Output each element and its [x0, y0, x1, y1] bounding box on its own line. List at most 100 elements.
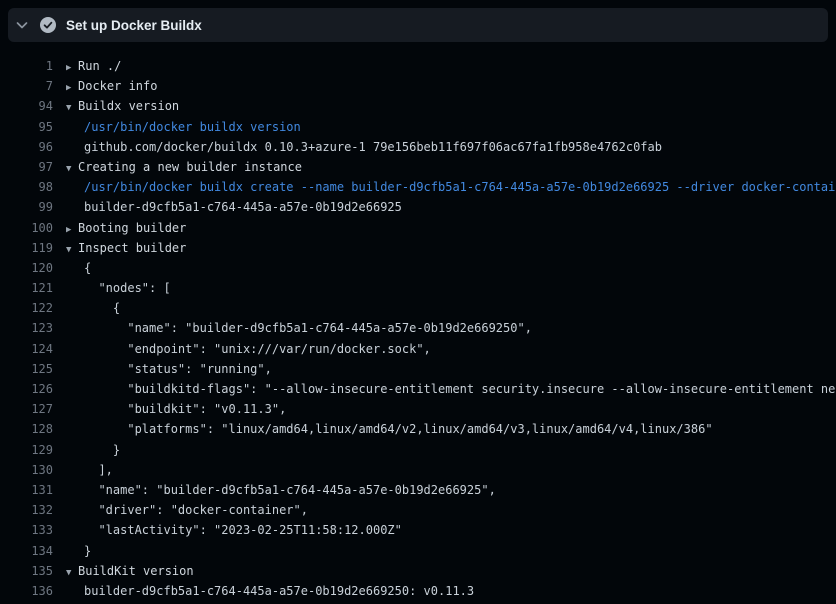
line-content: builder-d9cfb5a1-c764-445a-a57e-0b19d2e6…: [66, 197, 402, 217]
line-content: "name": "builder-d9cfb5a1-c764-445a-a57e…: [66, 480, 496, 500]
line-number[interactable]: 119: [0, 238, 53, 258]
line-content: }: [66, 541, 91, 561]
line-text: Run ./: [78, 59, 121, 73]
line-text: {: [84, 261, 91, 275]
group-toggle-icon: ▶: [66, 58, 78, 78]
log-group-header[interactable]: 94 ▼Buildx version: [0, 96, 836, 116]
line-number[interactable]: 126: [0, 379, 53, 399]
line-content: /usr/bin/docker buildx create --name bui…: [66, 177, 836, 197]
line-content[interactable]: ▶Docker info: [66, 76, 157, 98]
log-line: 127 "buildkit": "v0.11.3",: [0, 399, 836, 419]
log-line: 122 {: [0, 298, 836, 318]
line-number[interactable]: 1: [0, 56, 53, 76]
line-content: {: [66, 258, 91, 278]
line-number[interactable]: 130: [0, 460, 53, 480]
log-line: 132 "driver": "docker-container",: [0, 500, 836, 520]
line-number[interactable]: 134: [0, 541, 53, 561]
line-number[interactable]: 7: [0, 76, 53, 96]
line-text: Creating a new builder instance: [78, 160, 302, 174]
group-toggle-icon: ▼: [66, 98, 78, 118]
line-text: "driver": "docker-container",: [84, 503, 308, 517]
line-text: "nodes": [: [84, 281, 171, 295]
log-line: 128 "platforms": "linux/amd64,linux/amd6…: [0, 419, 836, 439]
line-number[interactable]: 131: [0, 480, 53, 500]
log-line: 130 ],: [0, 460, 836, 480]
line-number[interactable]: 123: [0, 318, 53, 338]
line-number[interactable]: 122: [0, 298, 53, 318]
line-content: "nodes": [: [66, 278, 171, 298]
line-content[interactable]: ▶Run ./: [66, 56, 121, 78]
line-text: Docker info: [78, 79, 157, 93]
line-content: "endpoint": "unix:///var/run/docker.sock…: [66, 339, 431, 359]
log-lines: 1 ▶Run ./ 7 ▶Docker info 94 ▼Buildx vers…: [0, 56, 836, 601]
line-content[interactable]: ▼Creating a new builder instance: [66, 157, 302, 179]
log-group-header[interactable]: 97 ▼Creating a new builder instance: [0, 157, 836, 177]
line-number[interactable]: 97: [0, 157, 53, 177]
line-content: "driver": "docker-container",: [66, 500, 308, 520]
line-number[interactable]: 132: [0, 500, 53, 520]
log-line: 123 "name": "builder-d9cfb5a1-c764-445a-…: [0, 318, 836, 338]
log-line: 131 "name": "builder-d9cfb5a1-c764-445a-…: [0, 480, 836, 500]
line-content: {: [66, 298, 120, 318]
log-line: 98 /usr/bin/docker buildx create --name …: [0, 177, 836, 197]
line-number[interactable]: 98: [0, 177, 53, 197]
line-number[interactable]: 124: [0, 339, 53, 359]
log-line: 136 builder-d9cfb5a1-c764-445a-a57e-0b19…: [0, 581, 836, 601]
line-number[interactable]: 127: [0, 399, 53, 419]
line-number[interactable]: 99: [0, 197, 53, 217]
line-number[interactable]: 100: [0, 218, 53, 238]
step-header[interactable]: Set up Docker Buildx: [8, 8, 828, 42]
step-title: Set up Docker Buildx: [66, 18, 202, 33]
line-text: Booting builder: [78, 221, 186, 235]
line-text: "platforms": "linux/amd64,linux/amd64/v2…: [84, 422, 713, 436]
line-content[interactable]: ▼BuildKit version: [66, 561, 194, 583]
line-content: "lastActivity": "2023-02-25T11:58:12.000…: [66, 520, 402, 540]
log-line: 134 }: [0, 541, 836, 561]
line-number[interactable]: 133: [0, 520, 53, 540]
line-text: }: [84, 544, 91, 558]
group-toggle-icon: ▼: [66, 563, 78, 583]
line-text: "name": "builder-d9cfb5a1-c764-445a-a57e…: [84, 483, 496, 497]
chevron-down-icon[interactable]: [14, 17, 30, 33]
line-text: "buildkit": "v0.11.3",: [84, 402, 286, 416]
log-line: 133 "lastActivity": "2023-02-25T11:58:12…: [0, 520, 836, 540]
line-content[interactable]: ▶Booting builder: [66, 218, 186, 240]
line-text: "lastActivity": "2023-02-25T11:58:12.000…: [84, 523, 402, 537]
line-text: "status": "running",: [84, 362, 272, 376]
log-group-header[interactable]: 119 ▼Inspect builder: [0, 238, 836, 258]
log-group-header[interactable]: 7 ▶Docker info: [0, 76, 836, 96]
line-text: /usr/bin/docker buildx version: [84, 120, 301, 134]
line-number[interactable]: 121: [0, 278, 53, 298]
log-group-header[interactable]: 100 ▶Booting builder: [0, 218, 836, 238]
line-content: "buildkitd-flags": "--allow-insecure-ent…: [66, 379, 836, 399]
line-content: }: [66, 440, 120, 460]
line-number[interactable]: 136: [0, 581, 53, 601]
line-content: /usr/bin/docker buildx version: [66, 117, 301, 137]
log-group-header[interactable]: 135 ▼BuildKit version: [0, 561, 836, 581]
line-text: Inspect builder: [78, 241, 186, 255]
log-line: 95 /usr/bin/docker buildx version: [0, 117, 836, 137]
group-toggle-icon: ▶: [66, 78, 78, 98]
log-line: 120 {: [0, 258, 836, 278]
line-text: {: [84, 301, 120, 315]
line-number[interactable]: 125: [0, 359, 53, 379]
line-text: github.com/docker/buildx 0.10.3+azure-1 …: [84, 140, 662, 154]
log-line: 121 "nodes": [: [0, 278, 836, 298]
line-text: ],: [84, 463, 113, 477]
line-content[interactable]: ▼Buildx version: [66, 96, 179, 118]
line-content[interactable]: ▼Inspect builder: [66, 238, 186, 260]
group-toggle-icon: ▶: [66, 220, 78, 240]
line-number[interactable]: 95: [0, 117, 53, 137]
line-number[interactable]: 128: [0, 419, 53, 439]
log-line: 124 "endpoint": "unix:///var/run/docker.…: [0, 339, 836, 359]
line-number[interactable]: 135: [0, 561, 53, 581]
line-number[interactable]: 94: [0, 96, 53, 116]
line-number[interactable]: 129: [0, 440, 53, 460]
line-number[interactable]: 120: [0, 258, 53, 278]
line-number[interactable]: 96: [0, 137, 53, 157]
line-content: ],: [66, 460, 113, 480]
line-text: /usr/bin/docker buildx create --name bui…: [84, 180, 836, 194]
line-content: "name": "builder-d9cfb5a1-c764-445a-a57e…: [66, 318, 532, 338]
line-content: "status": "running",: [66, 359, 272, 379]
log-group-header[interactable]: 1 ▶Run ./: [0, 56, 836, 76]
